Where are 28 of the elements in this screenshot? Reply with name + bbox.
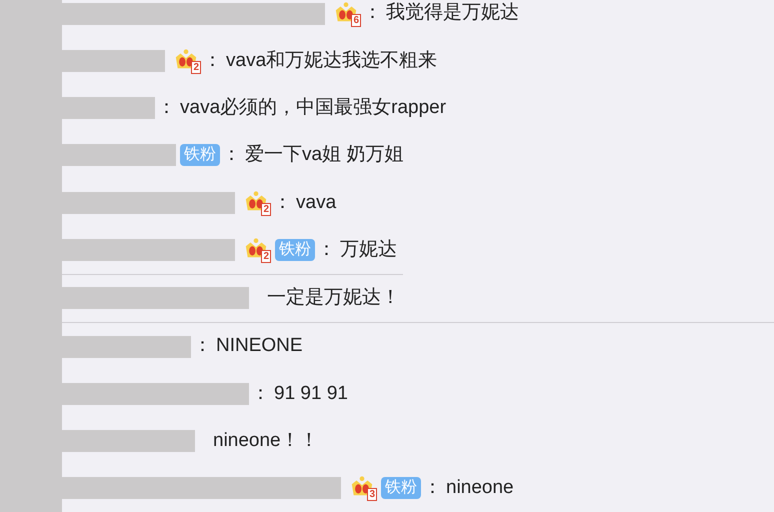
comment-text: 万妮达: [340, 238, 397, 262]
level-badge: 2: [261, 202, 271, 216]
fan-tag: 铁粉: [180, 144, 220, 166]
colon: ：: [317, 238, 336, 262]
level-badge: 2: [191, 60, 201, 74]
comment-text: vava和万妮达我选不粗来: [226, 48, 438, 73]
level-badge: 6: [351, 14, 361, 27]
colon: ：: [203, 48, 222, 73]
comment-text: 91 91 91: [274, 382, 348, 406]
fan-tag: 铁粉: [275, 239, 315, 262]
fan-tag: 铁粉: [381, 477, 421, 500]
colon: ：: [273, 190, 292, 215]
comment-text: NINEONE: [216, 334, 303, 358]
comment-text: nineone！！: [213, 428, 319, 453]
colon: ：: [423, 476, 442, 500]
comment-text: vava必须的，中国最强女rapper: [180, 96, 446, 120]
comment-text: 爱一下va姐 奶万姐: [245, 143, 404, 168]
comment-text: nineone: [446, 476, 514, 500]
colon: ：: [222, 143, 241, 168]
colon: ：: [157, 96, 176, 120]
comment-text: 我觉得是万妮达: [386, 1, 519, 26]
colon: ：: [363, 1, 382, 26]
level-badge: 3: [367, 488, 377, 502]
level-badge: 2: [261, 250, 271, 264]
comment-text: 一定是万妮达！: [267, 286, 400, 310]
comment-text: vava: [296, 190, 336, 215]
colon: ：: [193, 334, 212, 358]
colon: ：: [251, 382, 270, 406]
